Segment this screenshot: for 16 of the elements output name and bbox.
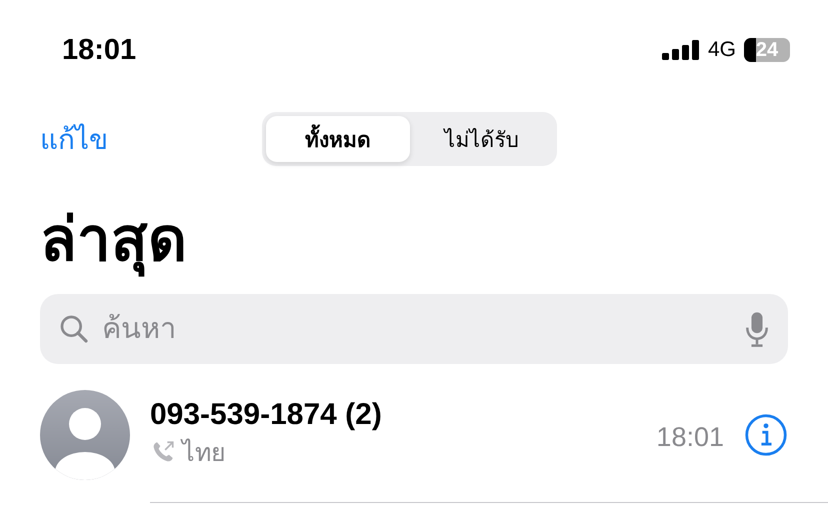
- call-label: ไทย: [182, 438, 226, 469]
- page-title: ล่าสุด: [40, 198, 828, 282]
- microphone-icon[interactable]: [744, 311, 770, 347]
- edit-link[interactable]: แก้ไข: [40, 117, 262, 161]
- search-bar[interactable]: ค้นหา: [40, 294, 788, 364]
- network-label: 4G: [708, 38, 736, 62]
- search-field[interactable]: ค้นหา: [100, 312, 734, 346]
- search-icon: [58, 313, 90, 345]
- caller-number: 093-539-1874 (2): [150, 398, 383, 432]
- segment-tab[interactable]: ทั้งหมด: [266, 116, 410, 162]
- battery-icon: 24: [744, 38, 790, 62]
- signal-icon: [662, 40, 700, 60]
- call-time: 18:01: [656, 422, 724, 452]
- status-time: 18:01: [62, 34, 136, 66]
- segment-tab[interactable]: ไม่ได้รับ: [410, 116, 553, 162]
- info-icon[interactable]: [744, 413, 788, 457]
